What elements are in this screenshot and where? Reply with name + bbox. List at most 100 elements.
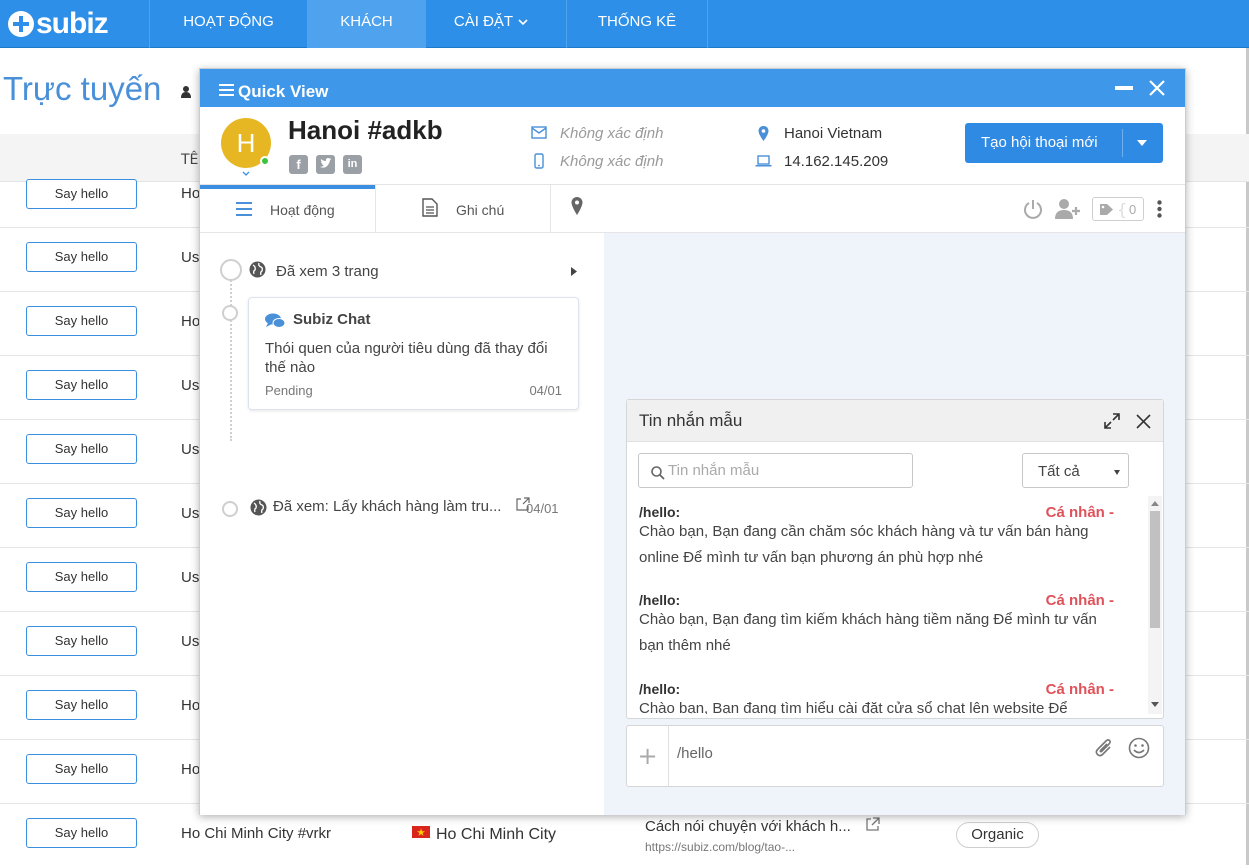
nav-stats[interactable]: THỐNG KÊ <box>566 0 708 48</box>
email-icon <box>531 126 547 139</box>
tab-activity[interactable]: Hoạt động <box>200 185 375 233</box>
template-scrollbar[interactable] <box>1148 496 1162 714</box>
add-attachment-button[interactable]: + <box>627 726 669 786</box>
viewed-date: 04/01 <box>526 501 559 516</box>
page-title: Trực tuyến <box>3 70 162 107</box>
twitter-bird-icon <box>320 158 332 168</box>
tag-count: 0 <box>1129 202 1137 217</box>
tag-brace: { <box>1117 200 1128 219</box>
chevron-down-icon <box>518 19 528 26</box>
visitor-name[interactable]: Us <box>181 505 199 522</box>
menu-icon <box>219 84 234 96</box>
say-hello-button[interactable]: Say hello <box>26 690 137 720</box>
say-hello-button[interactable]: Say hello <box>26 754 137 784</box>
template-search-input[interactable]: Tin nhắn mẫu <box>638 453 913 488</box>
facebook-icon[interactable]: f <box>289 155 308 174</box>
visitor-name[interactable]: Ho <box>181 761 200 778</box>
nav-visitors[interactable]: KHÁCH <box>307 0 425 48</box>
timeline-node <box>220 259 242 281</box>
globe-icon <box>250 499 267 516</box>
viewed-pages-label[interactable]: Đã xem 3 trang <box>276 263 379 280</box>
say-hello-button[interactable]: Say hello <box>26 306 137 336</box>
nav-settings[interactable]: CÀI ĐẶT <box>425 0 566 48</box>
visitor-name[interactable]: Ho <box>181 697 200 714</box>
caret-right-icon[interactable] <box>571 267 577 276</box>
timeline-node <box>222 305 238 321</box>
visitor-name[interactable]: Us <box>181 441 199 458</box>
customer-name: Hanoi #adkb <box>288 115 443 145</box>
template-code: /hello: <box>639 681 681 697</box>
say-hello-button[interactable]: Say hello <box>26 179 137 209</box>
template-text: Chào bạn, Bạn đang cần chăm sóc khách hà… <box>639 523 1089 566</box>
paperclip-icon[interactable] <box>1094 737 1116 759</box>
template-filter-select[interactable]: Tất cả <box>1022 453 1129 488</box>
twitter-icon[interactable] <box>316 155 335 174</box>
visitor-name[interactable]: Us <box>181 633 199 650</box>
visited-page-title[interactable]: Cách nói chuyện với khách h... <box>645 818 851 835</box>
tab-location[interactable] <box>551 185 604 233</box>
top-nav: subiz HOẠT ĐỘNG KHÁCH CÀI ĐẶT THỐNG KÊ <box>0 0 1249 48</box>
visitor-name[interactable]: Us <box>181 249 199 266</box>
say-hello-button[interactable]: Say hello <box>26 498 137 528</box>
email-value[interactable]: Không xác định <box>560 125 663 142</box>
template-item[interactable]: /hello: Cá nhân - Chào bạn, Bạn đang tìm… <box>639 681 1114 714</box>
timeline-node <box>222 501 238 517</box>
tag-button[interactable]: { 0 <box>1092 197 1144 221</box>
say-hello-button[interactable]: Say hello <box>26 626 137 656</box>
tag-icon <box>1100 204 1113 215</box>
tab-activity-label: Hoạt động <box>270 202 335 218</box>
nav-activity[interactable]: HOẠT ĐỘNG <box>149 0 307 48</box>
add-user-icon[interactable] <box>1055 199 1081 219</box>
close-icon[interactable] <box>1136 414 1151 429</box>
conversation-toolbar: { 0 <box>604 185 1185 233</box>
template-item[interactable]: /hello: Cá nhân - Chào bạn, Bạn đang cần… <box>639 504 1114 584</box>
column-name-header: TÊ <box>181 152 199 168</box>
template-text: Chào bạn, Bạn đang tìm kiếm khách hàng t… <box>639 611 1097 654</box>
quick-view-title: Quick View <box>238 82 329 101</box>
chat-date: 04/01 <box>529 383 562 398</box>
vietnam-flag-icon <box>412 826 430 838</box>
template-list: /hello: Cá nhân - Chào bạn, Bạn đang cần… <box>627 496 1149 714</box>
power-icon[interactable] <box>1023 199 1043 219</box>
visitor-name[interactable]: Us <box>181 377 199 394</box>
say-hello-button[interactable]: Say hello <box>26 370 137 400</box>
scroll-down-icon[interactable] <box>1151 702 1159 708</box>
message-composer[interactable]: + /hello <box>626 725 1164 787</box>
viewed-page-label[interactable]: Đã xem: Lấy khách hàng làm tru... <box>273 498 501 515</box>
subiz-logo[interactable]: subiz <box>8 6 109 42</box>
source-badge: Organic <box>956 822 1039 848</box>
chat-activity-card[interactable]: Subiz Chat Thói quen của người tiêu dùng… <box>248 297 579 410</box>
ip-value: 14.162.145.209 <box>784 153 889 170</box>
visitor-name[interactable]: Ho Chi Minh City #vrkr <box>181 825 331 842</box>
visitor-name[interactable]: Ho <box>181 185 200 202</box>
quick-view-modal: Quick View H Hanoi #adkb f in Không xác … <box>199 68 1186 815</box>
location-value: Hanoi Vietnam <box>784 125 883 142</box>
close-icon[interactable] <box>1147 78 1167 98</box>
expand-icon[interactable] <box>1104 413 1120 429</box>
more-vertical-icon[interactable] <box>1157 200 1162 218</box>
tab-bar: Hoạt động Ghi chú <box>200 185 604 233</box>
say-hello-button[interactable]: Say hello <box>26 434 137 464</box>
template-item[interactable]: /hello: Cá nhân - Chào bạn, Bạn đang tìm… <box>639 592 1114 672</box>
composer-input[interactable]: /hello <box>677 745 713 762</box>
emoji-icon[interactable] <box>1128 737 1150 759</box>
scrollbar-thumb[interactable] <box>1150 511 1160 628</box>
minimize-button[interactable] <box>1115 86 1133 90</box>
scroll-up-icon[interactable] <box>1151 500 1159 506</box>
chevron-down-icon[interactable] <box>242 170 250 178</box>
timeline-line <box>230 269 232 441</box>
template-code: /hello: <box>639 504 681 520</box>
globe-icon <box>249 261 266 278</box>
linkedin-icon[interactable]: in <box>343 155 362 174</box>
say-hello-button[interactable]: Say hello <box>26 562 137 592</box>
phone-value[interactable]: Không xác định <box>560 153 663 170</box>
external-link-icon[interactable] <box>865 817 880 832</box>
say-hello-button[interactable]: Say hello <box>26 818 137 848</box>
new-conversation-button[interactable]: Tạo hội thoại mới <box>965 123 1163 163</box>
caret-down-icon[interactable] <box>1137 140 1147 146</box>
tab-notes[interactable]: Ghi chú <box>376 185 550 233</box>
say-hello-button[interactable]: Say hello <box>26 242 137 272</box>
visited-page-url[interactable]: https://subiz.com/blog/tao-... <box>645 840 795 854</box>
visitor-name[interactable]: Ho <box>181 313 200 330</box>
visitor-name[interactable]: Us <box>181 569 199 586</box>
